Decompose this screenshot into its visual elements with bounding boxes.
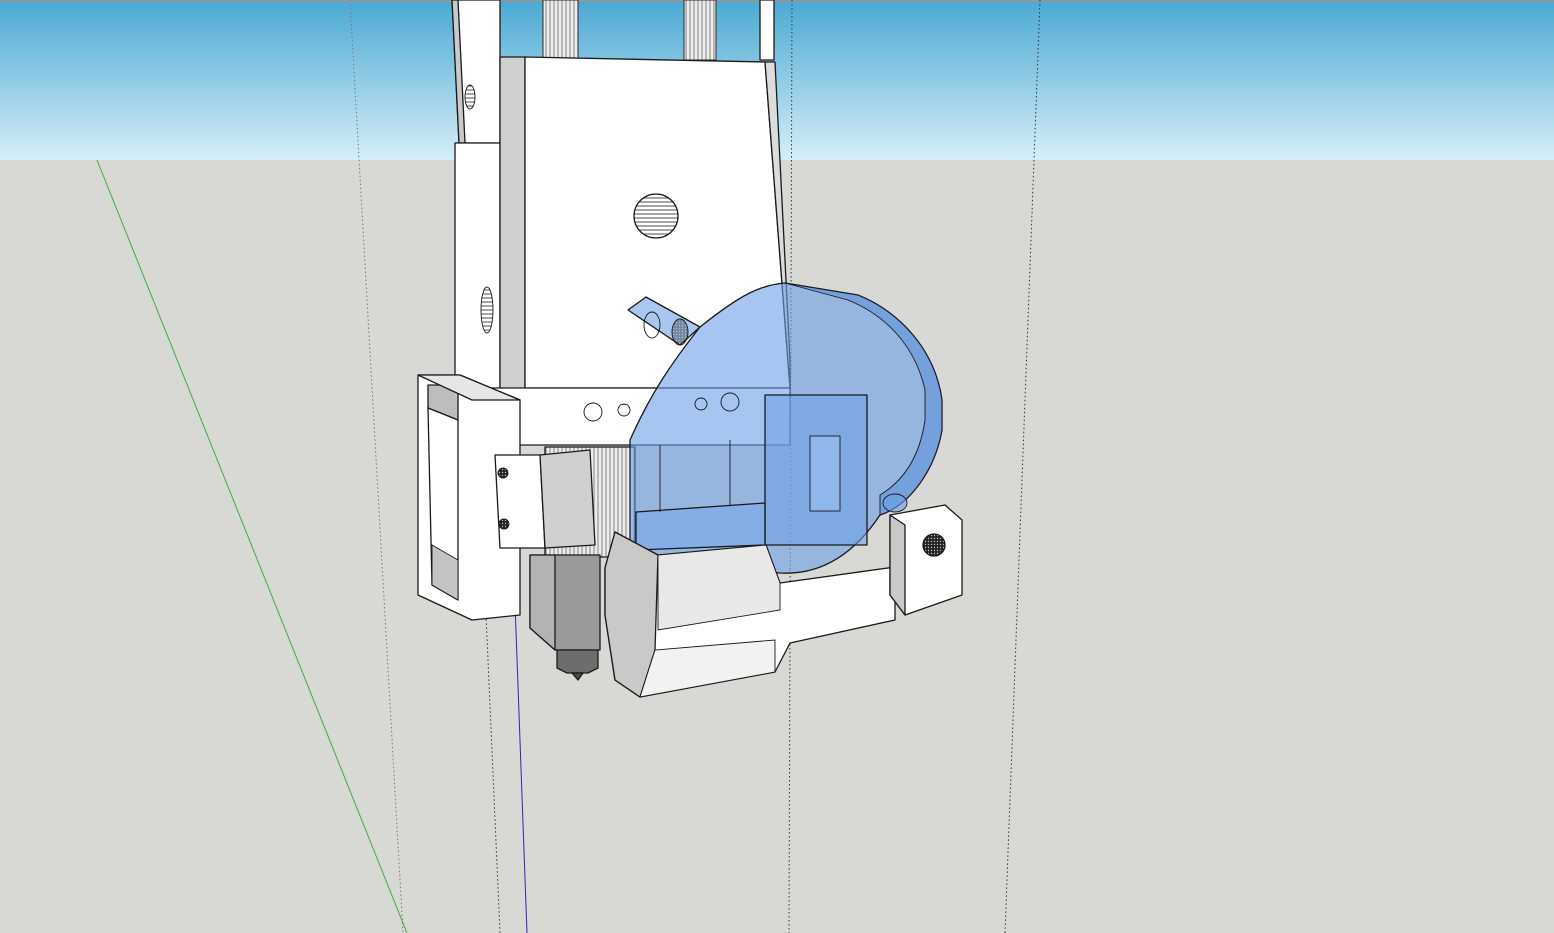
- small-hole-icon: [583, 402, 603, 422]
- screw-head-icon: [882, 493, 908, 513]
- model-scene[interactable]: [0, 0, 1554, 933]
- fan-hub-slot: [809, 435, 841, 512]
- screw-icon: [498, 518, 510, 530]
- screw-icon: [497, 467, 509, 479]
- 3d-viewport[interactable]: [0, 0, 1554, 933]
- screw-icon: [922, 533, 946, 557]
- intake-hole-icon: [671, 318, 689, 346]
- side-bracket-right[interactable]: [882, 493, 963, 616]
- small-hole-icon: [617, 403, 631, 417]
- clamp-block[interactable]: [494, 449, 596, 549]
- mount-hole-icon: [480, 286, 494, 334]
- bolt-hole-icon: [633, 193, 679, 239]
- heater-block[interactable]: [529, 554, 601, 651]
- mount-hole-icon: [464, 84, 476, 110]
